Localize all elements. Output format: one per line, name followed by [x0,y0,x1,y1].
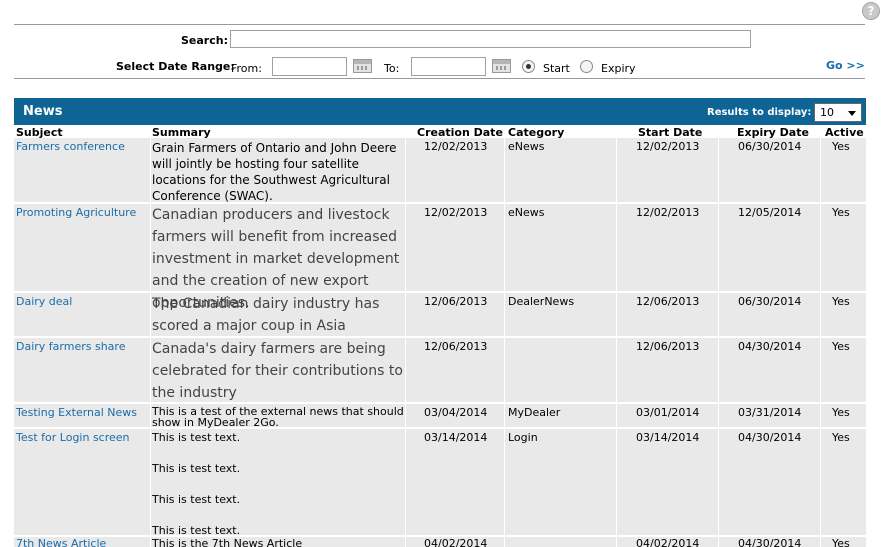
col-divider [616,138,617,547]
expiry-radio[interactable] [580,60,593,73]
row-expiry: 12/05/2014 [738,206,802,219]
summary-line: This is test text. [152,462,241,475]
start-radio[interactable] [522,60,535,73]
row-created: 12/06/2013 [424,295,488,308]
row-active: Yes [832,295,850,308]
to-calendar-icon[interactable] [492,59,511,73]
row-expiry: 04/30/2014 [738,340,802,353]
news-title: News [23,104,63,119]
top-divider [14,24,865,25]
row-active: Yes [832,140,850,153]
row-expiry: 06/30/2014 [738,295,802,308]
col-divider [405,138,406,547]
row-summary: Grain Farmers of Ontario and John Deere … [152,141,397,203]
row-subject-link[interactable]: Promoting Agriculture [16,206,150,220]
row-subject-link[interactable]: Farmers conference [16,140,150,154]
results-label: Results to display: [707,107,812,118]
row-summary: The Canadian dairy industry has scored a… [152,296,380,334]
from-calendar-icon[interactable] [353,59,372,73]
summary-line: This is test text. [152,493,241,506]
row-expiry: 06/30/2014 [738,140,802,153]
row-start: 03/01/2014 [636,406,700,419]
row-summary: This is the 7th News Article [152,537,303,547]
to-date-input[interactable] [411,57,486,76]
row-active: Yes [832,537,850,547]
row-start: 12/02/2013 [636,206,700,219]
row-start: 12/06/2013 [636,340,700,353]
row-subject-link[interactable]: Dairy deal [16,295,150,309]
results-value: 10 [820,106,834,119]
row-created: 12/06/2013 [424,340,488,353]
col-divider [504,138,505,547]
row-summary: This is a test of the external news that… [152,405,404,429]
to-label: To: [384,62,400,75]
start-radio-label: Start [543,62,570,75]
row-start: 04/02/2014 [636,537,700,547]
row-category: eNews [508,140,545,153]
date-range-label: Select Date Range: [116,60,235,73]
row-category: Login [508,431,538,444]
summary-line: This is test text. [152,524,241,537]
help-icon[interactable]: ? [862,2,880,20]
col-divider [820,138,821,547]
row-category: DealerNews [508,295,575,308]
row-subject-link[interactable]: Test for Login screen [16,431,150,445]
row-active: Yes [832,206,850,219]
row-active: Yes [832,406,850,419]
row-subject-link[interactable]: 7th News Article [16,537,150,547]
row-active: Yes [832,340,850,353]
row-created: 12/02/2013 [424,206,488,219]
go-button[interactable]: Go >> [826,59,865,72]
row-expiry: 04/30/2014 [738,537,802,547]
mid-divider [14,78,865,79]
news-header: News Results to display: 10 [14,98,866,125]
row-expiry: 04/30/2014 [738,431,802,444]
expiry-radio-label: Expiry [601,62,636,75]
row-subject-link[interactable]: Testing External News [16,406,150,420]
row-summary: This is test text. This is test text. Th… [152,431,404,547]
row-summary: Canada's dairy farmers are being celebra… [152,341,403,401]
from-date-input[interactable] [272,57,347,76]
row-category: eNews [508,206,545,219]
col-divider [150,138,151,547]
summary-line: This is test text. [152,431,241,444]
results-select[interactable]: 10 [814,103,862,122]
search-input[interactable] [230,30,751,48]
news-panel: News Results to display: 10 Subject Summ… [14,98,866,547]
row-expiry: 03/31/2014 [738,406,802,419]
row-created: 03/14/2014 [424,431,488,444]
row-active: Yes [832,431,850,444]
from-label: From: [231,62,262,75]
row-start: 12/02/2013 [636,140,700,153]
row-subject-link[interactable]: Dairy farmers share [16,340,150,354]
row-start: 03/14/2014 [636,431,700,444]
row-start: 12/06/2013 [636,295,700,308]
row-created: 12/02/2013 [424,140,488,153]
row-created: 04/02/2014 [424,537,488,547]
row-created: 03/04/2014 [424,406,488,419]
row-category: MyDealer [508,406,561,419]
search-label: Search: [181,34,228,47]
col-divider [718,138,719,547]
